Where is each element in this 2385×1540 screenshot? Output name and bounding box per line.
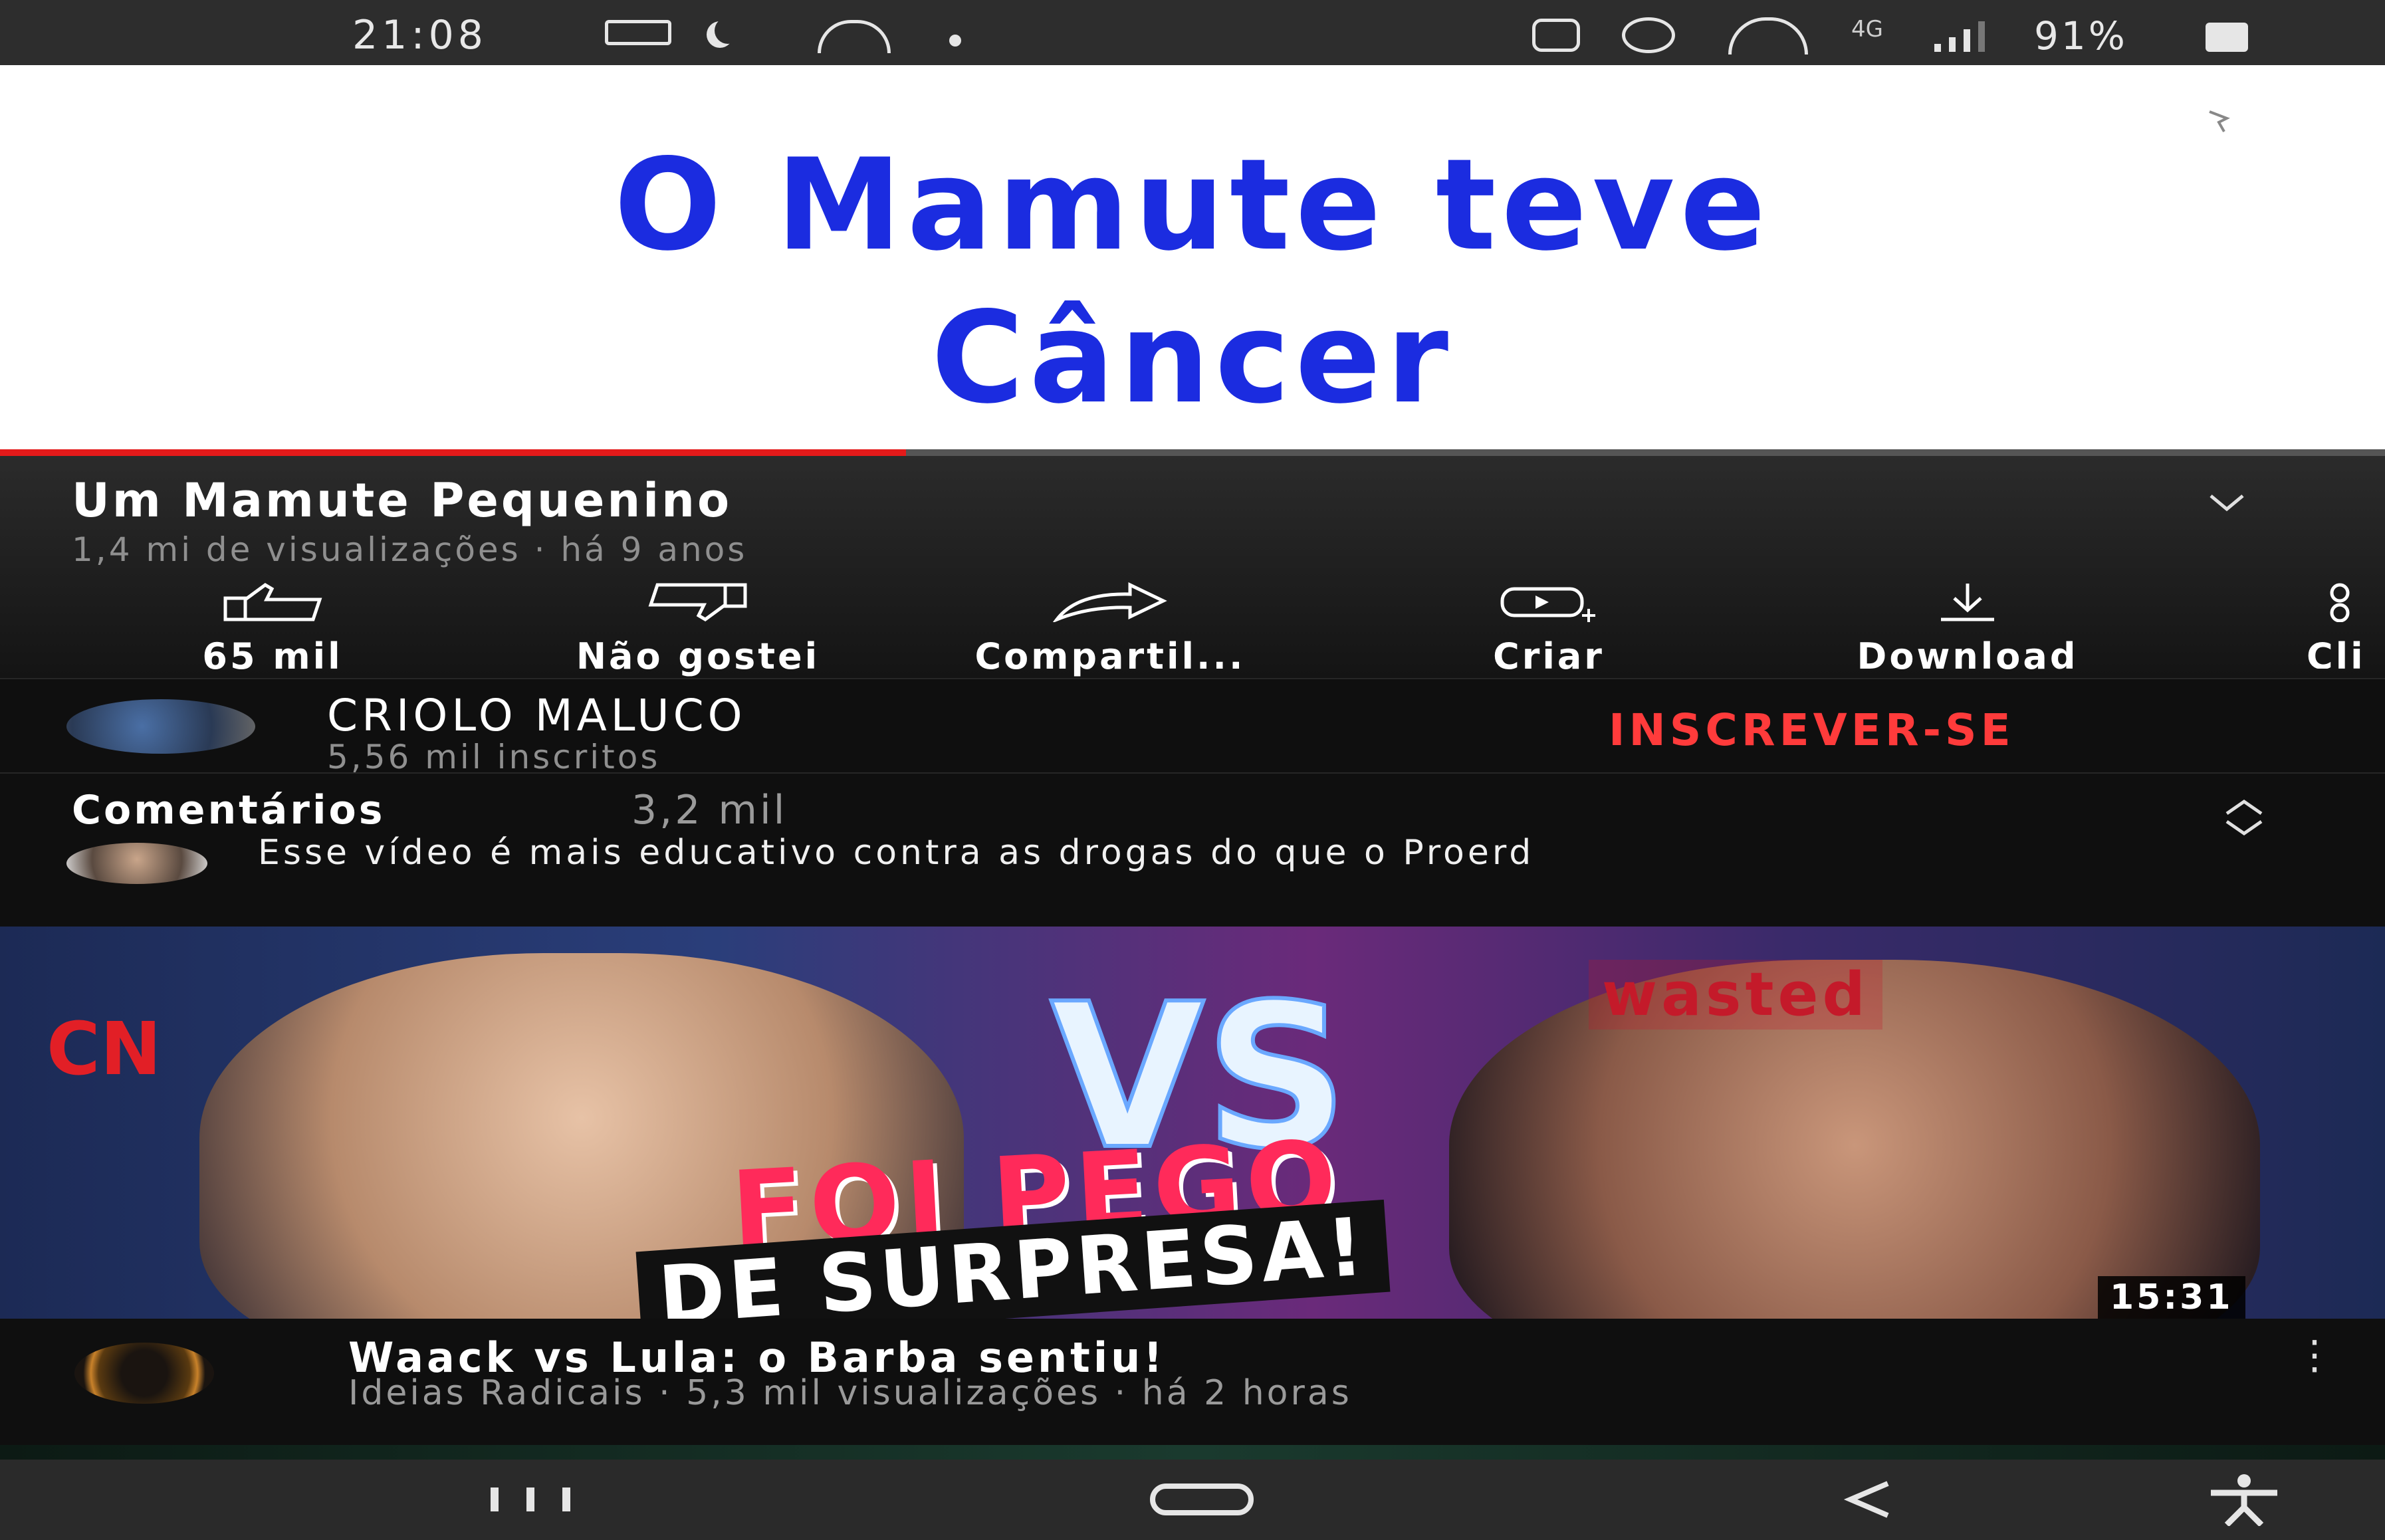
alarm-icon [1622, 17, 1675, 53]
clip-label: Cli [2307, 635, 2366, 669]
hotspot-icon [818, 20, 891, 53]
camera-icon [1532, 19, 1580, 52]
network-type: 4G [1851, 16, 1883, 43]
thumbnail-logo-text: CN [47, 1006, 162, 1091]
progress-fill [0, 449, 907, 456]
download-label: Download [1857, 635, 2079, 677]
video-frame-text-line2: Câncer [931, 284, 1454, 431]
subscribe-button[interactable]: INSCREVER-SE [1609, 705, 2015, 756]
recents-icon[interactable] [489, 1487, 582, 1511]
clock: 21:08 [352, 12, 487, 58]
share-label: Compartil... [974, 635, 1246, 677]
thumbs-up-icon [223, 583, 322, 621]
channel-name[interactable]: CRIOLO MALUCO [327, 690, 746, 741]
moon-icon [715, 17, 741, 44]
gallery-icon [605, 20, 671, 45]
video-title[interactable]: Um Mamute Pequenino [72, 473, 732, 528]
create-button[interactable]: Criar [1449, 582, 1648, 677]
cast-icon[interactable] [2207, 109, 2244, 136]
wifi-icon [1728, 17, 1808, 55]
duration-badge: 15:31 [2098, 1276, 2245, 1319]
clip-icon [2330, 583, 2350, 622]
create-label: Criar [1493, 635, 1605, 677]
dot-icon [949, 35, 961, 47]
download-icon [1941, 584, 1994, 621]
expand-toggle-icon[interactable] [2220, 798, 2268, 837]
signal-icon [1934, 19, 1994, 52]
following-thumbnail-edge [0, 1445, 2385, 1460]
video-info: Um Mamute Pequenino 1,4 mi de visualizaç… [0, 456, 2385, 678]
podcast-icon[interactable] [74, 1343, 214, 1404]
comments-section[interactable]: Comentários 3,2 mil Esse vídeo é mais ed… [0, 772, 2385, 928]
comments-count: 3,2 mil [631, 787, 788, 833]
next-video-info[interactable]: Waack vs Lula: o Barba sentiu! Ideias Ra… [0, 1319, 2385, 1445]
dislike-label: Não gostei [576, 635, 820, 677]
home-icon[interactable] [1150, 1484, 1254, 1515]
create-icon [1500, 587, 1595, 622]
channel-avatar[interactable] [66, 699, 255, 754]
navigation-bar [0, 1460, 2385, 1540]
accessibility-icon[interactable] [2204, 1473, 2284, 1527]
dislike-button[interactable]: Não gostei [512, 582, 884, 677]
next-video-meta: Ideias Radicais · 5,3 mil visualizações … [348, 1373, 1352, 1413]
more-options-icon[interactable]: ⋮ [2295, 1332, 2334, 1378]
download-button[interactable]: Download [1795, 582, 2140, 677]
top-comment: Esse vídeo é mais educativo contra as dr… [258, 833, 1535, 873]
like-count: 65 mil [202, 635, 343, 677]
video-frame-text-line1: O Mamute teve [614, 132, 1771, 278]
share-button[interactable]: Compartil... [904, 582, 1316, 677]
chevron-down-icon[interactable] [2207, 483, 2247, 522]
battery-percent: 91% [2034, 13, 2128, 58]
channel-row[interactable]: CRIOLO MALUCO 5,56 mil inscritos INSCREV… [0, 678, 2385, 776]
wasted-label: wasted [1589, 960, 1882, 1030]
video-player[interactable]: O Mamute teve Câncer [0, 65, 2385, 453]
back-icon[interactable] [1841, 1480, 1894, 1519]
video-meta: 1,4 mi de visualizações · há 9 anos [72, 530, 748, 569]
comments-title: Comentários [72, 787, 386, 833]
share-icon [1052, 582, 1167, 622]
subscriber-count: 5,56 mil inscritos [327, 738, 661, 776]
like-button[interactable]: 65 mil [146, 582, 399, 677]
clip-button[interactable]: Cli [2300, 582, 2385, 669]
thumbs-down-icon [648, 583, 747, 621]
commenter-avatar [66, 843, 207, 884]
next-video-thumbnail[interactable]: CN VS wasted FOI PEGO DE SURPRESA! 15:31 [0, 927, 2385, 1319]
battery-icon [2206, 23, 2248, 52]
status-bar: 21:08 4G 91% [0, 0, 2385, 65]
